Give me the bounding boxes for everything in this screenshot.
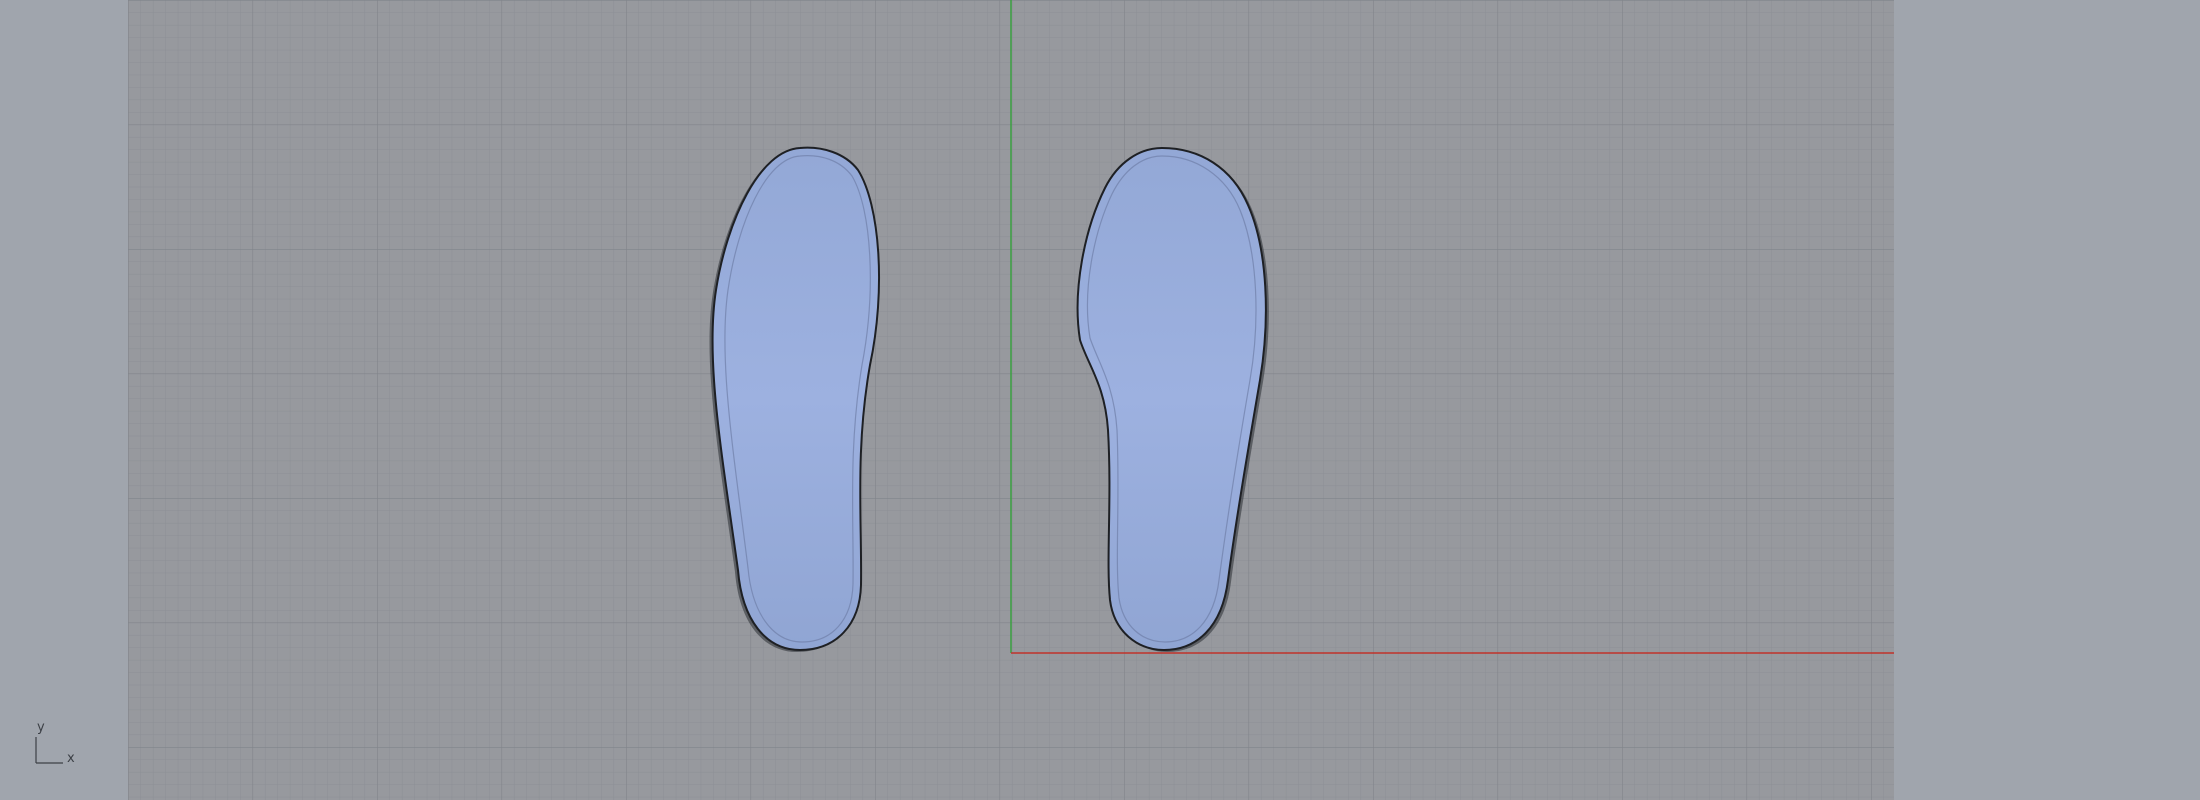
viewport-canvas[interactable] xyxy=(0,0,2200,800)
axis-widget-x-label: x xyxy=(67,751,75,766)
axis-widget-y-label: y xyxy=(37,720,45,735)
left-insole-body xyxy=(711,146,881,652)
axis-widget xyxy=(35,737,63,764)
viewport-top[interactable]: y x xyxy=(0,0,2200,800)
